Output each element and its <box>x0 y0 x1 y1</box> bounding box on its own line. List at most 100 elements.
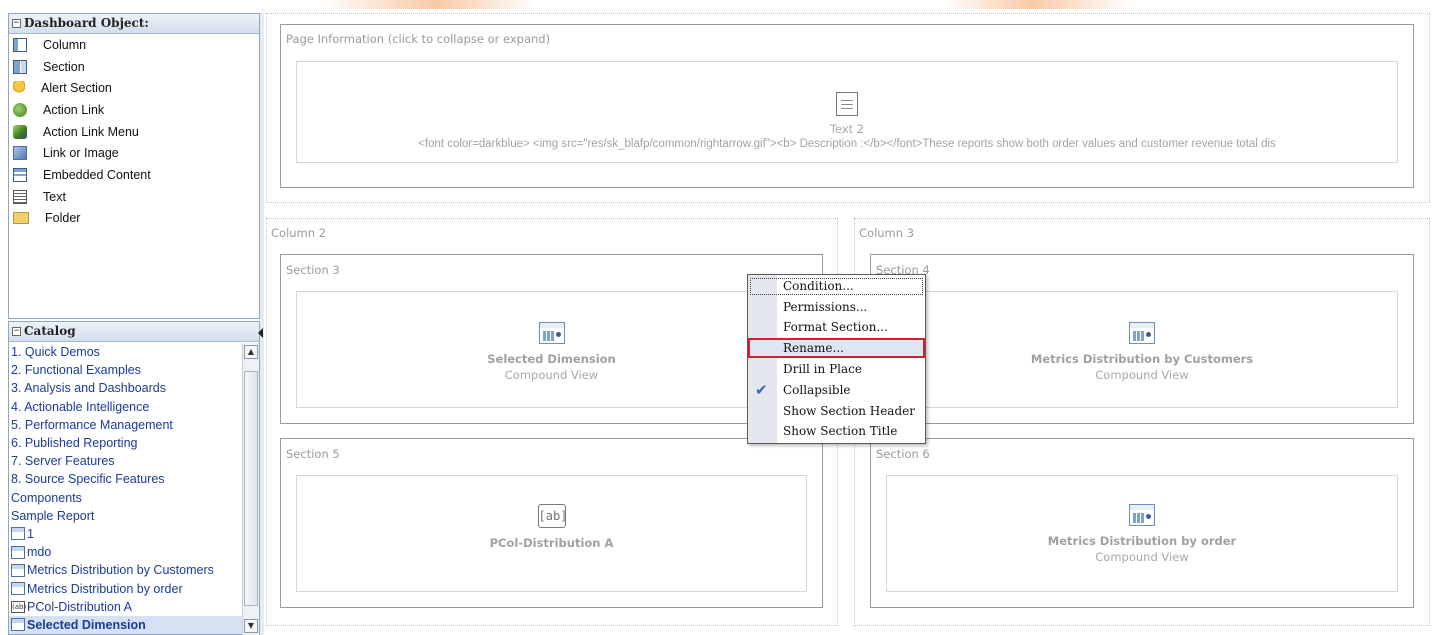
bell-icon <box>13 81 25 96</box>
catalog-item[interactable]: 4. Actionable Intelligence <box>9 398 242 416</box>
menu-item-label: Format Section... <box>783 320 888 335</box>
page-information-box[interactable]: Page Information (click to collapse or e… <box>280 24 1414 188</box>
catalog-item[interactable]: (ab) PCol-Distribution A <box>9 598 242 616</box>
object-item-link-or-image[interactable]: Link or Image <box>9 142 259 164</box>
report-icon <box>11 527 25 541</box>
menu-item-drill-in-place[interactable]: Drill in Place <box>748 359 925 380</box>
selected-dimension-view[interactable]: Selected Dimension Compound View <box>296 291 807 408</box>
section-6-label: Section 6 <box>876 447 930 461</box>
catalog-item[interactable]: 7. Server Features <box>9 452 242 470</box>
section-icon <box>13 59 27 74</box>
section-4[interactable]: Section 4 Metrics Distribution by Custom… <box>870 254 1414 424</box>
catalog-item-label: Sample Report <box>11 508 95 523</box>
report-icon <box>11 545 25 559</box>
menu-item-label: Show Section Header <box>783 403 915 418</box>
catalog-item[interactable]: 6. Published Reporting <box>9 434 242 452</box>
menu-item-permissions[interactable]: Permissions... <box>748 297 925 318</box>
object-label: Section <box>43 59 85 74</box>
section-context-menu: Condition... Permissions... Format Secti… <box>747 274 926 444</box>
catalog-list: 1. Quick Demos 2. Functional Examples 3.… <box>9 343 242 635</box>
collapse-minus-icon[interactable]: − <box>12 19 21 28</box>
panel-splitter[interactable] <box>260 13 264 635</box>
ab-icon: (ab) <box>11 600 27 613</box>
object-item-alert-section[interactable]: Alert Section <box>9 77 259 99</box>
catalog-item-label: 7. Server Features <box>11 454 115 469</box>
object-item-section[interactable]: Section <box>9 56 259 78</box>
object-label: Column <box>43 37 87 52</box>
link-image-icon <box>13 146 27 161</box>
object-item-action-link-menu[interactable]: Action Link Menu <box>9 121 259 143</box>
catalog-item-label: Metrics Distribution by order <box>27 581 183 596</box>
text-icon <box>13 189 27 204</box>
view-title: PCol-Distribution A <box>489 536 614 550</box>
section-5[interactable]: Section 5 [ab] PCol-Distribution A <box>280 438 823 608</box>
metrics-by-customers-view[interactable]: Metrics Distribution by Customers Compou… <box>886 291 1398 408</box>
catalog-item[interactable]: Components <box>9 489 242 507</box>
catalog-item-label: mdo <box>27 545 52 560</box>
column-3-label: Column 3 <box>859 226 915 240</box>
object-label: Link or Image <box>43 146 119 161</box>
catalog-title: Catalog <box>24 324 76 338</box>
object-label: Action Link <box>43 102 105 117</box>
menu-item-show-section-header[interactable]: Show Section Header <box>748 401 925 422</box>
compound-view-icon-wrap <box>297 322 806 344</box>
catalog-item[interactable]: mdo <box>9 543 242 561</box>
section-5-label: Section 5 <box>286 447 340 461</box>
object-label: Embedded Content <box>43 167 151 182</box>
section-3[interactable]: Section 3 Selected Dimension Compound Vi… <box>280 254 823 424</box>
catalog-item-label: 8. Source Specific Features <box>11 472 165 487</box>
scrollbar-thumb[interactable] <box>244 371 258 606</box>
scroll-down-arrow-icon[interactable]: ▼ <box>244 619 258 633</box>
catalog-header[interactable]: − Catalog <box>9 322 259 342</box>
object-item-folder[interactable]: Folder <box>9 208 259 230</box>
report-icon <box>11 618 25 632</box>
pcol-distribution-view[interactable]: [ab] PCol-Distribution A <box>296 475 807 592</box>
menu-item-condition[interactable]: Condition... <box>748 276 925 297</box>
compound-view-icon <box>1129 322 1155 344</box>
catalog-item-label: 4. Actionable Intelligence <box>11 399 150 414</box>
catalog-item-selected[interactable]: Selected Dimension <box>9 615 242 634</box>
column-2-label: Column 2 <box>271 226 327 240</box>
column-icon <box>13 37 27 52</box>
text-object[interactable]: Text 2 <font color=darkblue> <img src="r… <box>296 61 1398 163</box>
scroll-up-arrow-icon[interactable]: ▲ <box>244 345 258 359</box>
object-item-embedded-content[interactable]: Embedded Content <box>9 164 259 186</box>
catalog-item[interactable]: 2. Functional Examples <box>9 361 242 379</box>
object-label: Action Link Menu <box>43 124 139 139</box>
metrics-by-order-view[interactable]: Metrics Distribution by order Compound V… <box>886 475 1398 592</box>
menu-item-show-section-title[interactable]: Show Section Title <box>748 421 925 442</box>
text-object-content: <font color=darkblue> <img src="res/sk_b… <box>418 138 1276 150</box>
catalog-item-label: Metrics Distribution by Customers <box>27 563 214 578</box>
checkmark-icon: ✔ <box>755 381 768 399</box>
text-object-icon <box>836 92 858 116</box>
object-item-action-link[interactable]: Action Link <box>9 99 259 121</box>
catalog-scrollbar[interactable]: ▲ ▼ <box>242 343 259 635</box>
menu-item-label: Show Section Title <box>783 424 898 439</box>
section-6[interactable]: Section 6 Metrics Distribution by order … <box>870 438 1414 608</box>
catalog-item[interactable]: 1 <box>9 525 242 543</box>
catalog-item[interactable]: 5. Performance Management <box>9 416 242 434</box>
catalog-item[interactable]: Sample Report <box>9 507 242 525</box>
collapse-minus-icon[interactable]: − <box>12 327 21 336</box>
compound-view-icon <box>538 322 565 344</box>
menu-item-rename[interactable]: Rename... <box>748 337 925 359</box>
menu-item-label: Condition... <box>783 279 854 293</box>
menu-item-label: Collapsible <box>783 383 851 397</box>
catalog-item[interactable]: Metrics Distribution by order <box>9 579 242 597</box>
catalog-item[interactable]: 1. Quick Demos <box>9 343 242 361</box>
text-object-title: Text 2 <box>829 122 865 136</box>
ab-icon-wrap: [ab] <box>297 504 806 528</box>
catalog-item[interactable]: Metrics Distribution by Customers <box>9 561 242 579</box>
object-item-column[interactable]: Column <box>9 34 259 56</box>
page-information-label[interactable]: Page Information (click to collapse or e… <box>286 32 550 46</box>
object-item-text[interactable]: Text <box>9 186 259 208</box>
menu-item-collapsible[interactable]: ✔ Collapsible <box>748 380 925 401</box>
menu-item-format-section[interactable]: Format Section... <box>748 317 925 338</box>
action-link-menu-icon <box>13 124 27 139</box>
catalog-item-label: 5. Performance Management <box>11 417 173 432</box>
collapse-left-arrow-icon[interactable] <box>258 328 263 338</box>
catalog-item[interactable]: 3. Analysis and Dashboards <box>9 379 242 397</box>
catalog-item[interactable]: 8. Source Specific Features <box>9 470 242 488</box>
object-label: Folder <box>45 211 81 226</box>
dashboard-objects-header[interactable]: − Dashboard Object: <box>9 14 259 34</box>
